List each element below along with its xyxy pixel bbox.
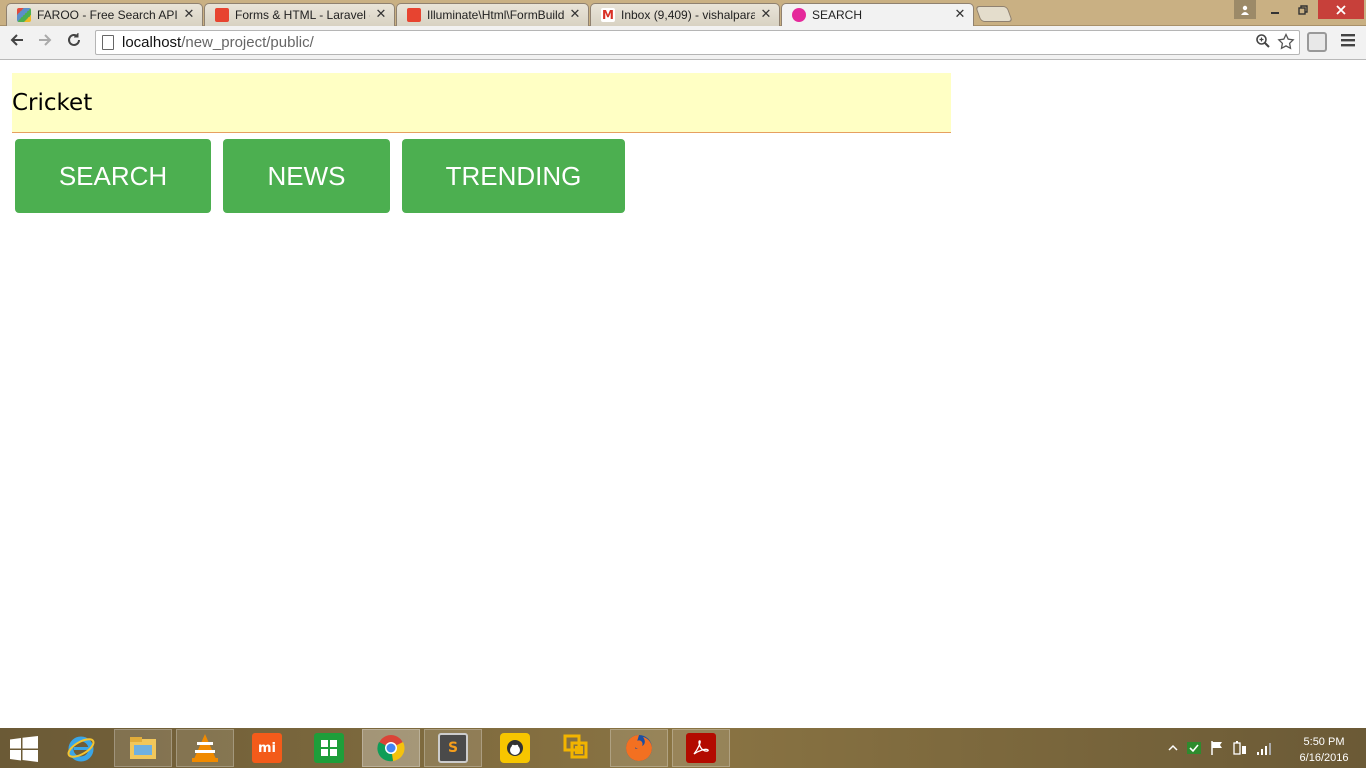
file-explorer-icon[interactable] [114,729,172,767]
close-icon[interactable]: ✕ [953,8,967,22]
tab-title: Inbox (9,409) - vishalparas [621,8,755,22]
action-center-flag-icon[interactable] [1210,740,1224,759]
tab-strip: FAROO - Free Search API ✕ Forms & HTML -… [0,0,1366,26]
tab-title: Illuminate\Html\FormBuild [427,8,564,22]
taskbar-clock[interactable]: 5:50 PM 6/16/2016 [1288,734,1360,766]
windows-start-icon[interactable] [10,736,38,762]
extension-icon[interactable] [1307,32,1327,52]
tab-gmail-inbox[interactable]: M Inbox (9,409) - vishalparas ✕ [590,3,780,26]
tab-title: Forms & HTML - Laravel - [235,8,370,22]
search-input[interactable]: Cricket [12,73,951,133]
url-host: localhost [122,34,182,51]
news-button[interactable]: NEWS [223,139,390,213]
sublime-text-icon[interactable]: S [424,729,482,767]
tab-faroo[interactable]: FAROO - Free Search API ✕ [6,3,203,26]
firefox-icon[interactable] [610,729,668,767]
pidgin-icon[interactable] [486,729,544,767]
restore-icon[interactable] [1290,0,1316,19]
mi-icon[interactable]: mi [238,729,296,767]
tab-title: FAROO - Free Search API [37,8,178,22]
back-arrow-icon[interactable] [6,32,28,54]
store-icon[interactable] [300,729,358,767]
tab-formbuilder[interactable]: Illuminate\Html\FormBuild ✕ [396,3,589,26]
battery-icon[interactable] [1232,740,1248,759]
page-content: Cricket SEARCH NEWS TRENDING [0,61,1366,728]
minimize-icon[interactable] [1262,0,1288,19]
shield-icon[interactable] [1186,740,1202,759]
chrome-icon[interactable] [362,729,420,767]
clock-date: 6/16/2016 [1299,752,1349,764]
tab-search[interactable]: SEARCH ✕ [781,3,974,26]
vlc-icon[interactable] [176,729,234,767]
reload-icon[interactable] [63,32,85,54]
page-favicon-icon [792,8,806,22]
search-input-value: Cricket [12,89,93,116]
close-icon[interactable]: ✕ [759,8,773,22]
trending-button[interactable]: TRENDING [402,139,625,213]
gmail-favicon-icon: M [601,8,615,22]
laravel-favicon-icon [215,8,229,22]
bookmark-star-icon[interactable] [1277,32,1295,56]
browser-toolbar: localhost/new_project/public/ [0,26,1366,60]
internet-explorer-icon[interactable] [52,729,110,767]
user-profile-icon[interactable] [1234,0,1256,19]
page-icon [102,35,114,50]
vmware-icon[interactable] [548,729,606,767]
clock-time: 5:50 PM [1303,736,1345,748]
close-window-icon[interactable] [1318,0,1364,19]
laravel-favicon-icon [407,8,421,22]
taskbar: mi S [0,728,1366,768]
chrome-menu-icon[interactable] [1338,32,1358,52]
tab-laravel-forms[interactable]: Forms & HTML - Laravel - ✕ [204,3,395,26]
forward-arrow-icon[interactable] [34,32,56,54]
close-icon[interactable]: ✕ [568,8,582,22]
close-icon[interactable]: ✕ [374,8,388,22]
zoom-icon[interactable] [1255,33,1271,56]
address-bar[interactable]: localhost/new_project/public/ [95,30,1300,55]
close-icon[interactable]: ✕ [182,8,196,22]
system-tray [1168,738,1272,760]
network-signal-icon[interactable] [1256,741,1272,758]
acrobat-reader-icon[interactable] [672,729,730,767]
new-tab-button[interactable] [975,6,1013,22]
show-hidden-icons-icon[interactable] [1168,742,1178,756]
faroo-favicon-icon [17,8,31,22]
tab-title: SEARCH [812,8,863,22]
url-path: /new_project/public/ [181,34,314,51]
search-button[interactable]: SEARCH [15,139,211,213]
